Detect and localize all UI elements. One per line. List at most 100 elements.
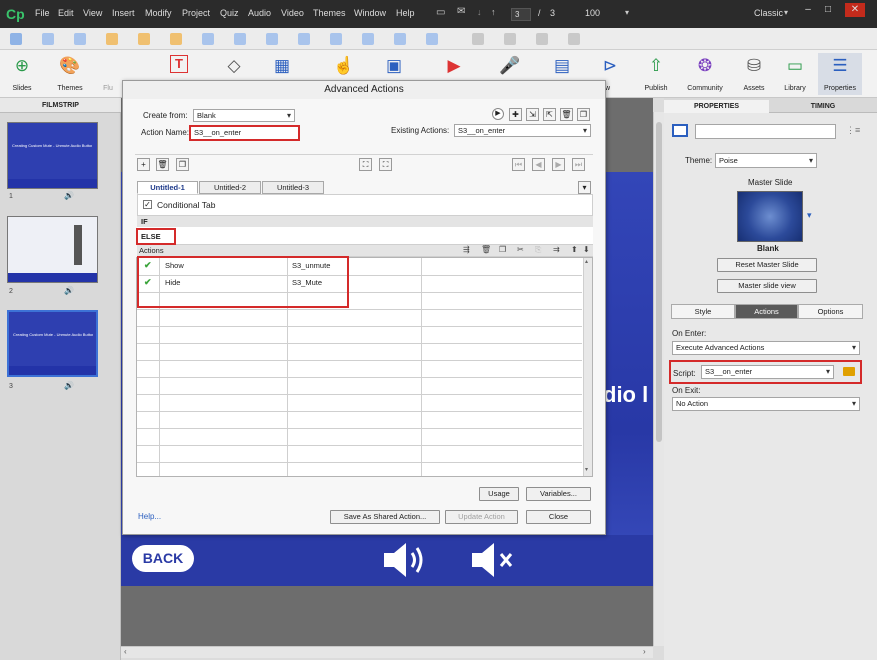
align-left-icon[interactable] <box>10 33 22 45</box>
layout-mode[interactable]: Classic <box>754 8 783 18</box>
themes-button[interactable]: 🎨 Themes <box>48 53 92 95</box>
menu-window[interactable]: Window <box>354 8 386 18</box>
menu-video[interactable]: Video <box>281 8 304 18</box>
folder-icon[interactable] <box>843 367 855 376</box>
menu-quiz[interactable]: Quiz <box>220 8 239 18</box>
scroll-right-icon[interactable]: › <box>643 647 646 656</box>
master-dropdown-icon[interactable]: ▾ <box>807 210 812 221</box>
else-section[interactable] <box>137 227 593 245</box>
space-icon[interactable] <box>426 33 438 45</box>
preview-action-icon[interactable]: ▶ <box>492 108 504 120</box>
publish-button[interactable]: ⇧ Publish <box>634 53 678 95</box>
arrange-forward-icon[interactable] <box>504 33 516 45</box>
menu-audio[interactable]: Audio <box>248 8 271 18</box>
slide-thumbnail-3[interactable]: Creating Custom Mute - Unmute Audio Butt… <box>7 310 98 377</box>
mute-button[interactable] <box>470 541 516 579</box>
menu-themes[interactable]: Themes <box>313 8 346 18</box>
slides-button[interactable]: ⊕ Slides <box>0 53 44 95</box>
move-down-icon[interactable]: ⬇ <box>583 245 590 254</box>
same-width-icon[interactable] <box>266 33 278 45</box>
subtab-options[interactable]: Options <box>798 304 863 319</box>
paste-row-icon[interactable]: ⎘ <box>535 245 541 255</box>
library-button[interactable]: ▭ Library <box>773 53 817 95</box>
same-height-icon[interactable] <box>298 33 310 45</box>
variables-button[interactable]: Variables... <box>526 487 591 501</box>
unmute-button[interactable] <box>382 541 428 579</box>
arrow-up-icon[interactable]: ↑ <box>491 7 496 17</box>
zoom-dropdown-icon[interactable]: ▾ <box>625 8 629 17</box>
first-decision-icon[interactable]: ⏮ <box>512 158 525 171</box>
update-action-button[interactable]: Update Action <box>445 510 518 524</box>
slide-1-audio-icon[interactable]: 🔊 <box>64 191 74 200</box>
stage-vertical-scrollbar[interactable] <box>653 112 664 646</box>
align-middle-icon[interactable] <box>138 33 150 45</box>
if-section[interactable] <box>137 216 593 227</box>
duplicate-action-icon[interactable]: ❐ <box>577 108 590 121</box>
decision-tool-1-icon[interactable]: ⛶ <box>359 158 372 171</box>
grid-scroll-up-icon[interactable]: ▴ <box>585 258 588 265</box>
menu-modify[interactable]: Modify <box>145 8 172 18</box>
screen-icon[interactable]: ▭ <box>436 7 445 18</box>
indent-row-icon[interactable]: ⇉ <box>553 245 560 254</box>
arrow-down-icon[interactable]: ↓ <box>477 7 482 17</box>
maximize-button[interactable]: □ <box>818 3 838 17</box>
current-slide-field[interactable]: 3 <box>511 8 531 21</box>
distribute-h-icon[interactable] <box>202 33 214 45</box>
menu-view[interactable]: View <box>83 8 102 18</box>
layout-dropdown-icon[interactable]: ▾ <box>784 8 788 17</box>
minimize-button[interactable]: – <box>798 3 818 17</box>
prev-decision-icon[interactable]: ◀ <box>532 158 545 171</box>
help-link[interactable]: Help... <box>138 512 161 521</box>
usage-button[interactable]: Usage <box>479 487 519 501</box>
arrange-front-icon[interactable] <box>472 33 484 45</box>
close-button[interactable]: Close <box>526 510 591 524</box>
tab-properties[interactable]: PROPERTIES <box>664 100 769 113</box>
action-name-input[interactable]: S3__on_enter <box>189 125 300 141</box>
insert-row-icon[interactable]: ⇶ <box>463 245 470 254</box>
assets-button[interactable]: ⛁ Assets <box>732 53 776 95</box>
conditional-tab-checkbox[interactable]: ✓ <box>143 200 152 209</box>
export-icon[interactable]: ⇱ <box>543 108 556 121</box>
align-right-icon[interactable] <box>74 33 86 45</box>
next-decision-icon[interactable]: ▶ <box>552 158 565 171</box>
arrange-back-icon[interactable] <box>568 33 580 45</box>
slide-thumbnail-2[interactable] <box>7 216 98 283</box>
arrange-backward-icon[interactable] <box>536 33 548 45</box>
move-up-icon[interactable]: ⬆ <box>571 245 578 254</box>
mail-icon[interactable]: ✉ <box>457 6 465 17</box>
stage-horizontal-scrollbar[interactable]: ‹ › <box>121 646 653 658</box>
center-v-icon[interactable] <box>394 33 406 45</box>
menu-file[interactable]: File <box>35 8 50 18</box>
menu-project[interactable]: Project <box>182 8 210 18</box>
slide-name-input[interactable] <box>695 124 836 139</box>
script-select[interactable]: S3__on_enter <box>701 365 834 379</box>
community-button[interactable]: ❂ Community <box>683 53 727 95</box>
existing-actions-select[interactable]: S3__on_enter <box>454 124 591 137</box>
grid-scrollbar[interactable]: ▴ ▾ <box>583 258 592 476</box>
menu-help[interactable]: Help <box>396 8 415 18</box>
properties-button[interactable]: ☰ Properties <box>818 53 862 95</box>
vertical-scroll-thumb[interactable] <box>656 122 662 442</box>
copy-row-icon[interactable]: ❐ <box>499 245 506 254</box>
align-top-icon[interactable] <box>106 33 118 45</box>
delete-action-icon[interactable]: 🗑 <box>560 108 573 121</box>
slide-2-audio-icon[interactable]: 🔊 <box>64 286 74 295</box>
align-bottom-icon[interactable] <box>170 33 182 45</box>
last-decision-icon[interactable]: ⏭ <box>572 158 585 171</box>
slide-thumbnail-1[interactable]: Creating Custom Mute - Unmute Audio Butt… <box>7 122 98 189</box>
tab-untitled-3[interactable]: Untitled-3 <box>262 181 324 194</box>
menu-insert[interactable]: Insert <box>112 8 135 18</box>
delete-row-icon[interactable]: 🗑 <box>481 245 491 254</box>
close-window-button[interactable]: ✕ <box>845 3 865 17</box>
add-action-icon[interactable]: ✚ <box>509 108 522 121</box>
tab-timing[interactable]: TIMING <box>770 100 876 113</box>
on-exit-select[interactable]: No Action <box>672 397 860 411</box>
scroll-left-icon[interactable]: ‹ <box>124 647 127 656</box>
zoom-value[interactable]: 100 <box>585 8 600 18</box>
grid-scroll-down-icon[interactable]: ▾ <box>585 466 588 473</box>
distribute-v-icon[interactable] <box>234 33 246 45</box>
create-from-select[interactable]: Blank <box>193 109 295 122</box>
master-slide-view-button[interactable]: Master slide view <box>717 279 817 293</box>
center-h-icon[interactable] <box>362 33 374 45</box>
import-icon[interactable]: ⇲ <box>526 108 539 121</box>
